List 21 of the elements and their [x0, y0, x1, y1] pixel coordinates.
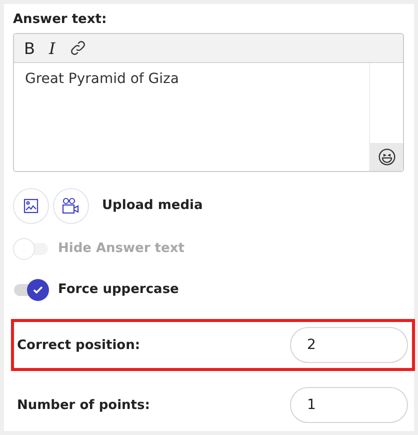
video-upload-button[interactable] — [53, 188, 89, 224]
answer-text-value[interactable]: Great Pyramid of Giza — [14, 63, 369, 171]
number-field[interactable]: 1 — [290, 387, 408, 424]
answer-text-label: Answer text: — [13, 12, 108, 27]
toggle-label: Force uppercase — [58, 282, 179, 298]
emoji-button[interactable] — [370, 142, 403, 171]
toggle-switch[interactable] — [13, 278, 49, 301]
field-label: Number of points: — [17, 398, 150, 413]
video-camera-icon — [61, 196, 81, 215]
answer-text-editor[interactable]: B I Great Pyramid of Giza — [13, 33, 404, 172]
smiley-icon — [378, 148, 396, 166]
italic-button[interactable]: I — [48, 38, 56, 58]
upload-media-label: Upload media — [102, 198, 203, 214]
link-icon[interactable] — [69, 39, 88, 57]
toggle-label: Hide Answer text — [58, 241, 184, 256]
number-field[interactable]: 2 — [290, 327, 408, 364]
image-icon — [23, 198, 39, 214]
checkmark-icon — [33, 284, 43, 295]
image-upload-button[interactable] — [13, 188, 49, 224]
field-label: Correct position: — [17, 338, 140, 353]
bold-button[interactable]: B — [24, 38, 35, 58]
